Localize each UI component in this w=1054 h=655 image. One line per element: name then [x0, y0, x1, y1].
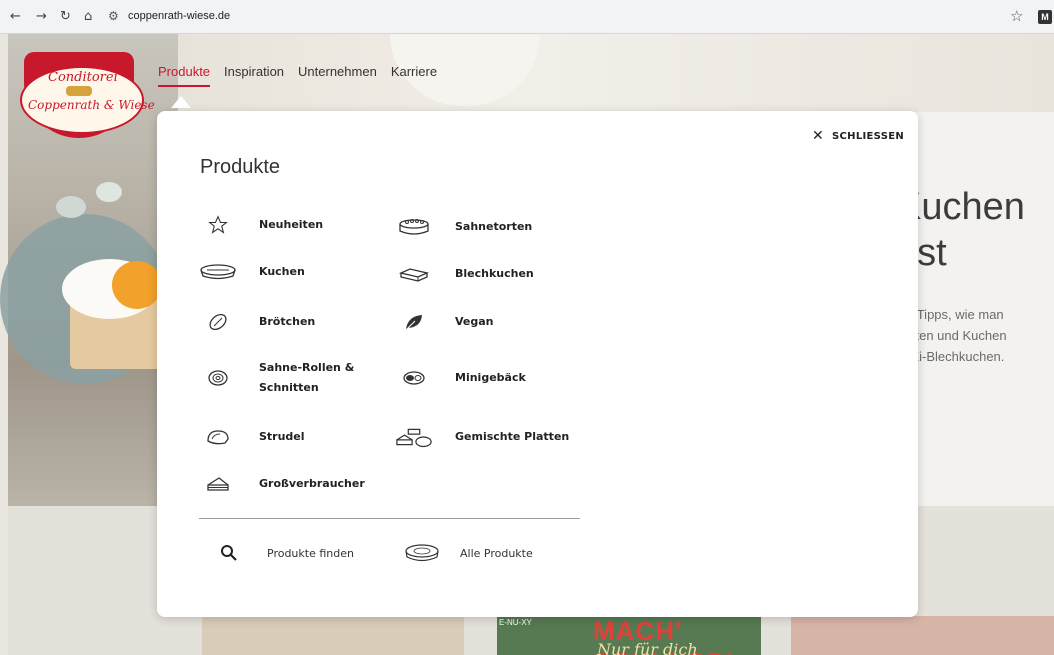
mixed-platter-icon: [395, 426, 433, 448]
close-icon: ✕: [812, 128, 825, 144]
sheet-cake-icon: [395, 263, 433, 285]
menu-item-kuchen[interactable]: Kuchen: [199, 261, 305, 283]
cream-roll-icon: [199, 367, 237, 389]
nav-item-inspiration[interactable]: Inspiration: [224, 64, 284, 87]
find-products-link[interactable]: Produkte finden: [209, 541, 354, 565]
easter-egg-image: [96, 182, 122, 202]
cream-cake-icon: [395, 216, 433, 238]
extension-icon[interactable]: M: [1038, 10, 1052, 24]
menu-divider: [199, 518, 580, 519]
search-icon: [209, 541, 249, 565]
close-button[interactable]: ✕ SCHLIESSEN: [812, 128, 904, 144]
nav-item-produkte[interactable]: Produkte: [158, 64, 211, 87]
browser-toolbar: ← → ↻ ⌂ ⚙ coppenrath-wiese.de ☆ M: [0, 0, 1054, 34]
reload-icon[interactable]: ↻: [60, 9, 71, 24]
teaser-card-1[interactable]: [202, 616, 464, 655]
menu-item-gemischte-platten[interactable]: Gemischte Platten: [395, 426, 569, 448]
menu-item-sahnetorten[interactable]: Sahnetorten: [395, 216, 532, 238]
leaf-icon: [395, 311, 433, 333]
menu-item-neuheiten[interactable]: Neuheiten: [199, 214, 323, 236]
strudel-icon: [199, 426, 237, 448]
menu-item-vegan[interactable]: Vegan: [395, 311, 494, 333]
brand-logo[interactable]: Conditorei Coppenrath & Wiese: [16, 52, 155, 138]
menu-item-broetchen[interactable]: Brötchen: [199, 311, 315, 333]
site-info-icon[interactable]: ⚙: [108, 9, 119, 23]
easter-egg-image: [56, 196, 86, 218]
menu-item-grossverbraucher[interactable]: Großverbraucher: [199, 473, 365, 495]
mini-pastry-icon: [395, 367, 433, 389]
home-icon[interactable]: ⌂: [84, 9, 92, 24]
logo-cake-emblem: [66, 86, 92, 96]
bookmark-star-icon[interactable]: ☆: [1010, 7, 1023, 25]
cake-pan-icon: [199, 261, 237, 283]
main-navigation: Produkte Inspiration Unternehmen Karrier…: [158, 64, 437, 87]
nav-item-unternehmen[interactable]: Unternehmen: [298, 64, 377, 87]
yolk-image: [112, 261, 162, 309]
menu-title: Produkte: [200, 156, 281, 178]
nav-item-karriere[interactable]: Karriere: [391, 64, 437, 87]
menu-item-minigebaeck[interactable]: Minigebäck: [395, 367, 526, 389]
menu-item-blechkuchen[interactable]: Blechkuchen: [395, 263, 534, 285]
bread-roll-icon: [199, 311, 237, 333]
menu-item-sahne-rollen[interactable]: Sahne-Rollen & Schnitten: [199, 358, 354, 398]
brand-cake-icon: [402, 541, 442, 565]
forward-arrow-icon[interactable]: →: [36, 9, 47, 24]
menu-item-strudel[interactable]: Strudel: [199, 426, 305, 448]
back-arrow-icon[interactable]: ←: [10, 9, 21, 24]
teaser-card-2[interactable]: E-NU-XY MACH' SCHLUSS! Nur für dich: [497, 616, 761, 655]
cake-slice-icon: [199, 473, 237, 495]
address-bar[interactable]: coppenrath-wiese.de: [128, 10, 230, 22]
menu-caret: [171, 96, 191, 108]
all-products-link[interactable]: Alle Produkte: [402, 541, 533, 565]
star-icon: [199, 214, 237, 236]
teaser-subline: Nur für dich: [597, 640, 698, 655]
teaser-card-3[interactable]: [791, 616, 1054, 655]
products-mega-menu: ✕ SCHLIESSEN Produkte Neuheiten Kuchen B…: [157, 111, 918, 617]
